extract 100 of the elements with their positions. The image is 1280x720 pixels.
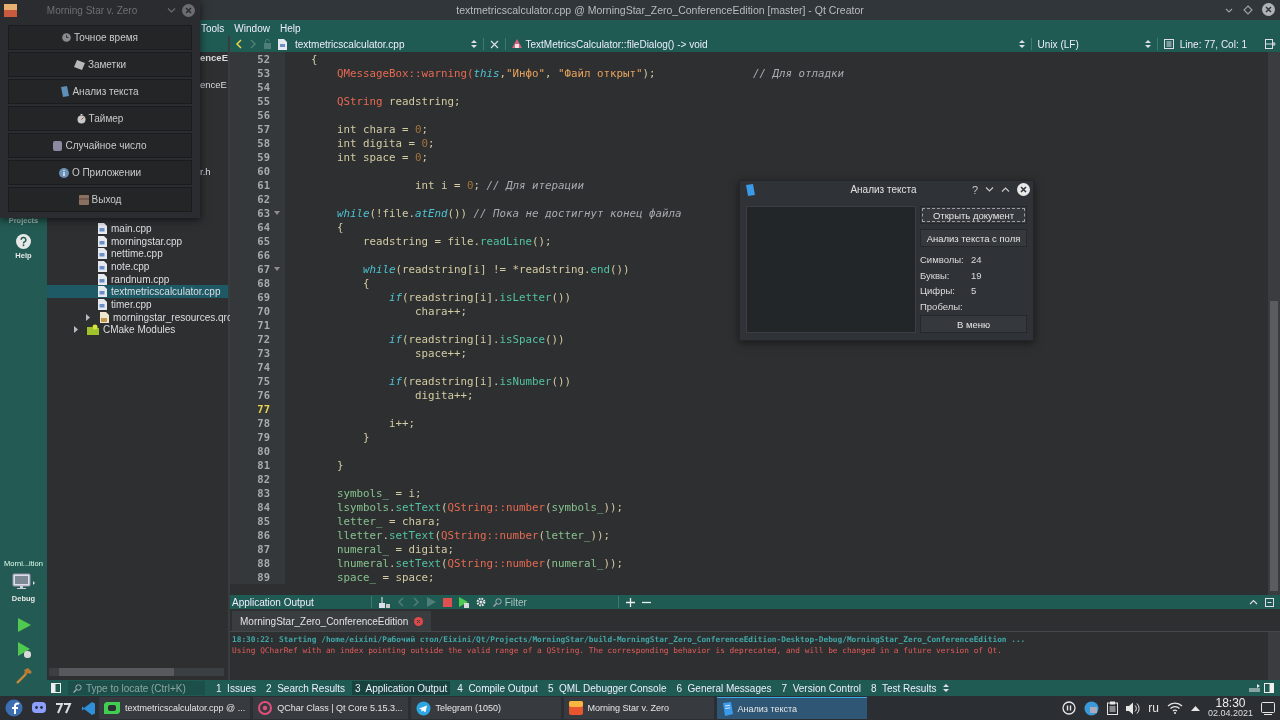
tree-item[interactable]: textmetricscalculator.cpp xyxy=(47,285,228,299)
pane-tab[interactable]: 7 Version Control xyxy=(778,681,865,695)
pause-icon[interactable] xyxy=(1062,701,1077,715)
pane-tab[interactable]: 5 QML Debugger Console xyxy=(544,681,670,695)
tree-item[interactable]: morningstar.cpp xyxy=(47,234,228,248)
menu-item[interactable]: Tools xyxy=(201,22,225,34)
symbol-selector[interactable]: TextMetricsCalculator::fileDialog() -> void xyxy=(525,38,708,50)
code-line: while(!file.atEnd()) // Пока не достигнут конец файла xyxy=(336,206,682,220)
run-icon[interactable] xyxy=(15,617,32,633)
menu-button[interactable]: Таймер xyxy=(8,106,192,131)
updown-icon[interactable] xyxy=(470,39,477,49)
scrollbar[interactable] xyxy=(49,668,224,676)
keyboard-layout[interactable]: ru xyxy=(1148,701,1159,715)
output-tab[interactable]: MorningStar_Zero_ConferenceEdition xyxy=(232,611,432,631)
task-button[interactable]: Morning Star v. Zero xyxy=(563,697,714,719)
maximize-pane-icon[interactable] xyxy=(1249,599,1258,605)
sidebar-toggle-icon[interactable] xyxy=(51,683,61,693)
task-button[interactable]: QChar Class | Qt Core 5.15.3... xyxy=(253,697,408,719)
updown-icon[interactable] xyxy=(1144,39,1151,49)
launcher-icon[interactable] xyxy=(5,699,23,717)
tree-item[interactable]: randnum.cpp xyxy=(47,272,228,286)
note-icon xyxy=(73,59,85,70)
monitor-icon[interactable] xyxy=(11,573,36,591)
clipboard-icon[interactable] xyxy=(1107,701,1119,715)
tree-item[interactable]: enceE xyxy=(200,52,228,65)
task-button[interactable]: textmetricscalculator.cpp @ ... xyxy=(99,697,251,719)
menu-button[interactable]: Заметки xyxy=(8,52,192,77)
plus-icon[interactable] xyxy=(625,597,635,607)
maximize-icon[interactable] xyxy=(1001,186,1010,193)
close-icon[interactable] xyxy=(1017,183,1030,196)
updown-icon[interactable] xyxy=(1018,39,1025,49)
help-button[interactable]: ? xyxy=(971,183,978,196)
progress-toggle-icon[interactable] xyxy=(1249,683,1260,693)
debug-run-icon[interactable] xyxy=(15,641,32,659)
action-button[interactable]: Открыть документ xyxy=(920,206,1027,224)
line-number: 56 xyxy=(257,109,270,121)
menu-item[interactable]: Help xyxy=(279,22,301,34)
expand-tray-icon[interactable] xyxy=(1190,705,1200,711)
menu-button[interactable]: Случайное число xyxy=(8,133,192,158)
menu-item[interactable]: Window xyxy=(234,22,270,34)
file-selector[interactable]: textmetricscalculator.cpp xyxy=(295,38,405,50)
pane-tab[interactable]: 2 Search Results xyxy=(263,681,348,695)
filter-field[interactable]: Filter xyxy=(504,596,605,608)
settings-icon[interactable] xyxy=(475,597,486,607)
tree-item[interactable]: main.cpp xyxy=(47,222,228,235)
clock-time[interactable]: 18:30 xyxy=(1215,698,1246,708)
line-number: 65 xyxy=(257,235,270,247)
clock-date[interactable]: 02.04.2021 xyxy=(1207,708,1253,718)
tree-item[interactable]: CMake Modules xyxy=(47,323,228,337)
menu-button[interactable]: О Приложении xyxy=(8,160,192,185)
menu-button[interactable]: В меню xyxy=(920,315,1027,333)
document-icon[interactable] xyxy=(1163,39,1174,49)
close-icon[interactable] xyxy=(1262,3,1275,16)
tree-item[interactable]: nettime.cpp xyxy=(47,247,228,261)
hammer-icon[interactable] xyxy=(14,667,33,685)
function-icon xyxy=(511,39,522,49)
action-button[interactable]: Анализ текста с поля xyxy=(920,229,1027,247)
pane-tab[interactable]: 4 Compile Output xyxy=(454,681,541,695)
menu-button[interactable]: Точное время xyxy=(8,25,192,50)
code-line: { xyxy=(362,276,370,290)
attach-run-icon[interactable] xyxy=(458,596,469,608)
menu-button[interactable]: Выход xyxy=(8,187,192,212)
fold-icon[interactable] xyxy=(274,267,280,271)
sidebar-toggle-icon[interactable] xyxy=(1264,683,1274,693)
task-button[interactable]: Анализ текста xyxy=(716,697,867,719)
cursor-position[interactable]: Line: 77, Col: 1 xyxy=(1179,38,1247,50)
pane-tab[interactable]: 6 General Messages xyxy=(673,681,775,695)
close-pane-icon[interactable] xyxy=(1265,597,1274,607)
line-ending-selector[interactable]: Unix (LF) xyxy=(1037,38,1079,50)
fold-icon[interactable] xyxy=(274,211,280,215)
code-editor-icon[interactable] xyxy=(81,700,96,716)
pane-tab[interactable]: 3 Application Output xyxy=(351,681,451,695)
locate-field[interactable]: Type to locate (Ctrl+K) xyxy=(68,681,205,695)
tree-item[interactable]: enceE xyxy=(200,78,227,92)
clear-icon[interactable] xyxy=(378,596,390,608)
chat-app-icon[interactable] xyxy=(31,701,47,715)
updown-icon[interactable] xyxy=(943,683,950,693)
window-title: textmetricscalculator.cpp @ MorningStar_Zero_ConferenceEdition [master] - Qt Creator xyxy=(455,4,864,16)
scrollbar[interactable] xyxy=(1268,52,1280,595)
close-icon[interactable] xyxy=(489,39,499,49)
minimize-icon[interactable] xyxy=(985,186,994,193)
show-desktop-icon[interactable] xyxy=(1261,701,1275,715)
wifi-icon[interactable] xyxy=(1166,702,1183,714)
task-button[interactable]: Telegram (1050) xyxy=(410,697,561,719)
stat-label: Буквы: xyxy=(920,269,951,281)
maximize-icon[interactable] xyxy=(1243,4,1253,15)
scrollbar[interactable] xyxy=(1268,632,1280,680)
line-number: 74 xyxy=(257,361,270,373)
menu-button[interactable]: Анализ текста xyxy=(8,79,192,104)
split-icon[interactable] xyxy=(1265,39,1276,49)
app-icon[interactable] xyxy=(55,702,73,714)
pane-tab[interactable]: 1 Issues xyxy=(213,681,260,695)
tree-item[interactable]: note.cpp xyxy=(47,260,228,273)
volume-icon[interactable] xyxy=(1126,701,1141,715)
tree-item[interactable]: r.h xyxy=(200,166,211,180)
tree-item[interactable]: morningstar_resources.qrc xyxy=(47,310,228,324)
info-icon xyxy=(58,167,69,178)
pane-tab[interactable]: 8 Test Results xyxy=(868,681,940,695)
tree-item[interactable]: timer.cpp xyxy=(47,298,228,311)
update-icon[interactable] xyxy=(1084,700,1100,716)
